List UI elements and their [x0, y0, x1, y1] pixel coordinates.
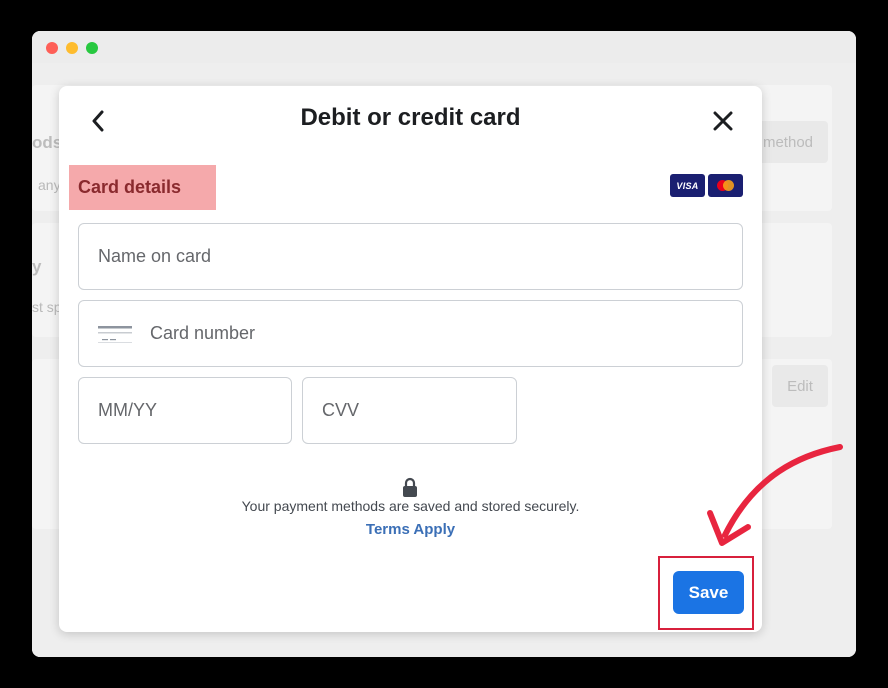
card-number-input[interactable] [150, 301, 742, 366]
background-heading-methods: ods [32, 133, 63, 152]
terms-apply-link[interactable]: Terms Apply [59, 521, 762, 538]
annotation-arrow-icon [707, 444, 843, 546]
background-heading-y: y [32, 257, 42, 276]
expiry-date-field[interactable] [78, 377, 292, 444]
lock-icon [403, 477, 417, 497]
mastercard-logo-icon [708, 174, 743, 197]
visa-logo-text: VISA [676, 180, 699, 191]
background-text-any: any [38, 177, 61, 193]
window-titlebar [32, 31, 856, 63]
card-dialog: Debit or credit card Card details VISA N… [59, 86, 762, 632]
cvv-input[interactable] [322, 378, 516, 443]
save-button-annotation-box [658, 556, 754, 630]
security-note: Your payment methods are saved and store… [241, 498, 580, 514]
credit-card-icon [98, 325, 132, 343]
name-on-card-field[interactable] [78, 223, 743, 290]
close-icon [713, 111, 733, 131]
expiry-date-input[interactable] [98, 378, 291, 443]
card-number-field[interactable] [78, 300, 743, 367]
background-text-sp: st sp [32, 299, 62, 315]
background-edit-button: Edit [772, 365, 828, 407]
accepted-cards: VISA [670, 174, 743, 197]
window-minimize-dot[interactable] [66, 42, 78, 54]
cvv-field[interactable] [302, 377, 517, 444]
close-button[interactable] [708, 106, 738, 136]
card-details-label: Card details [69, 165, 216, 210]
visa-logo-icon: VISA [670, 174, 705, 197]
name-on-card-input[interactable] [98, 224, 742, 289]
window-close-dot[interactable] [46, 42, 58, 54]
window-maximize-dot[interactable] [86, 42, 98, 54]
dialog-title: Debit or credit card [300, 104, 521, 131]
